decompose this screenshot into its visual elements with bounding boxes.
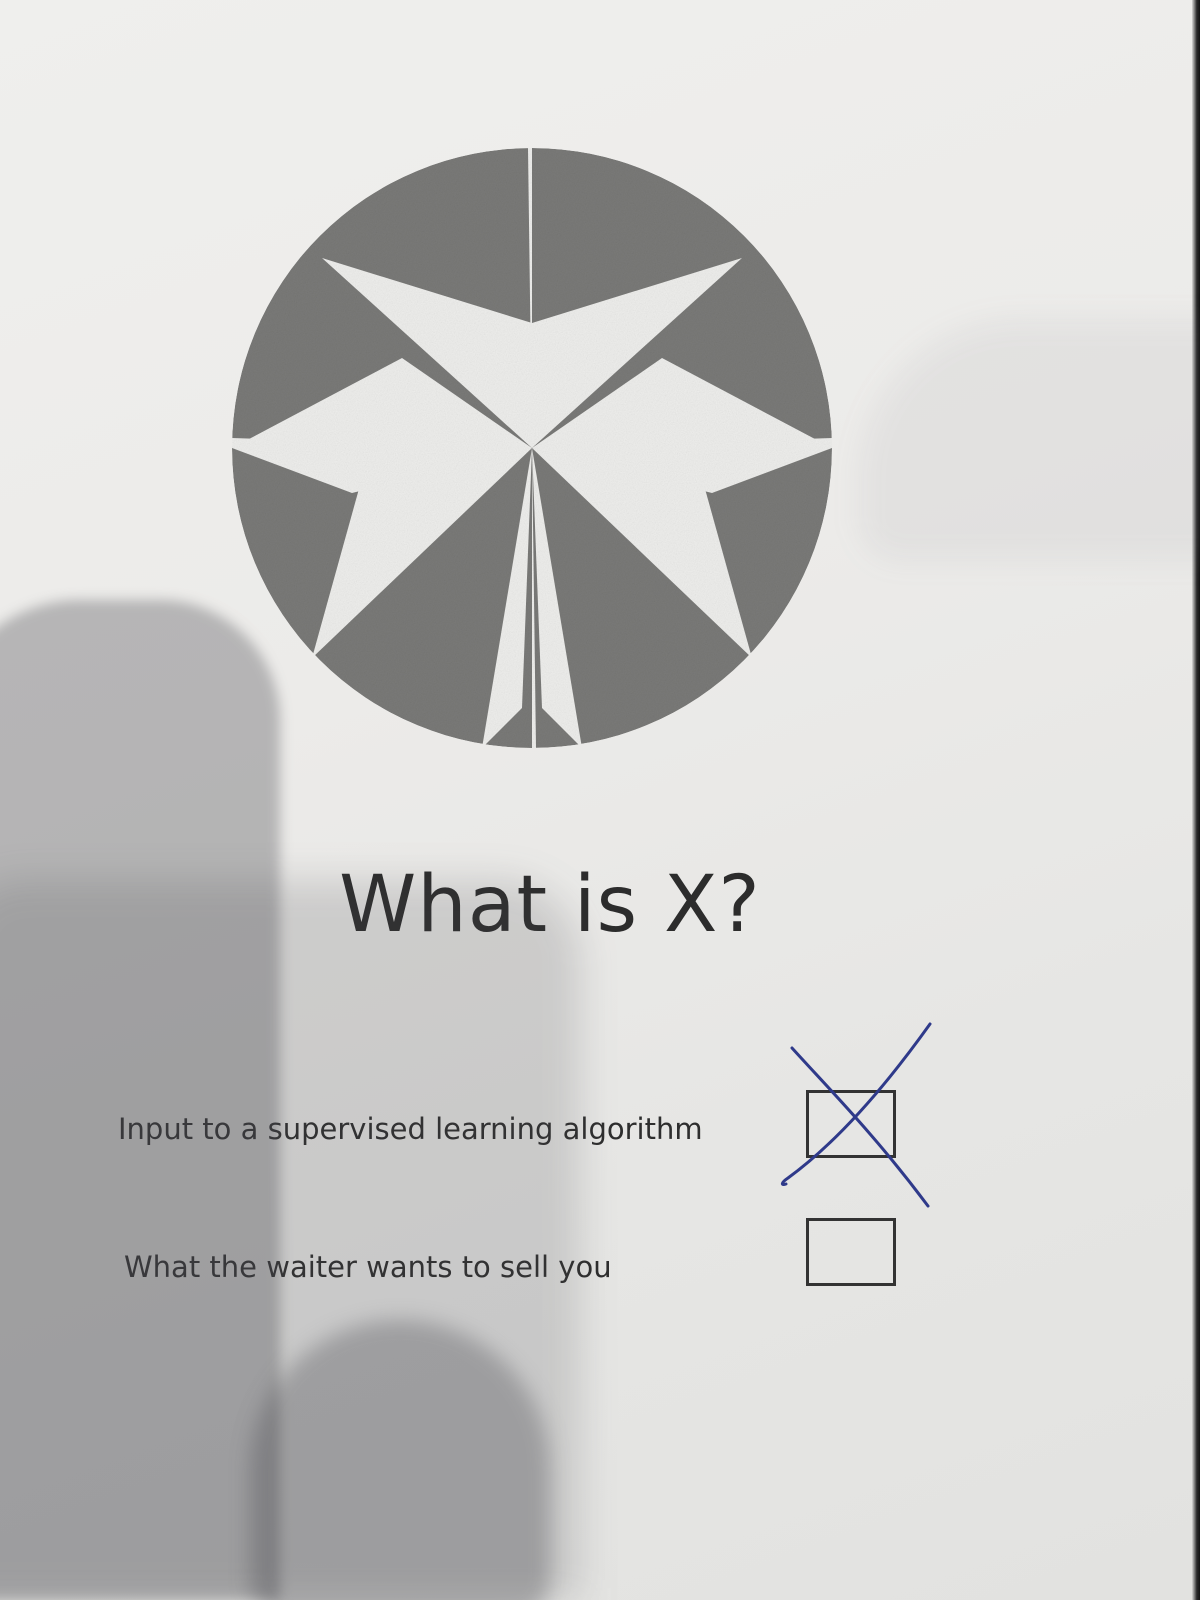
checkbox-option-2[interactable] (806, 1218, 896, 1286)
photo: What is X? Input to a supervised learnin… (0, 0, 1200, 1600)
option-label-1: Input to a supervised learning algorithm (118, 1112, 703, 1146)
option-label-2: What the waiter wants to sell you (124, 1250, 612, 1284)
hand-drawn-x-mark-icon (780, 1022, 932, 1208)
paper-edge (1192, 0, 1200, 1600)
pinwheel-logo-icon (232, 148, 832, 748)
question-title: What is X? (339, 860, 761, 950)
